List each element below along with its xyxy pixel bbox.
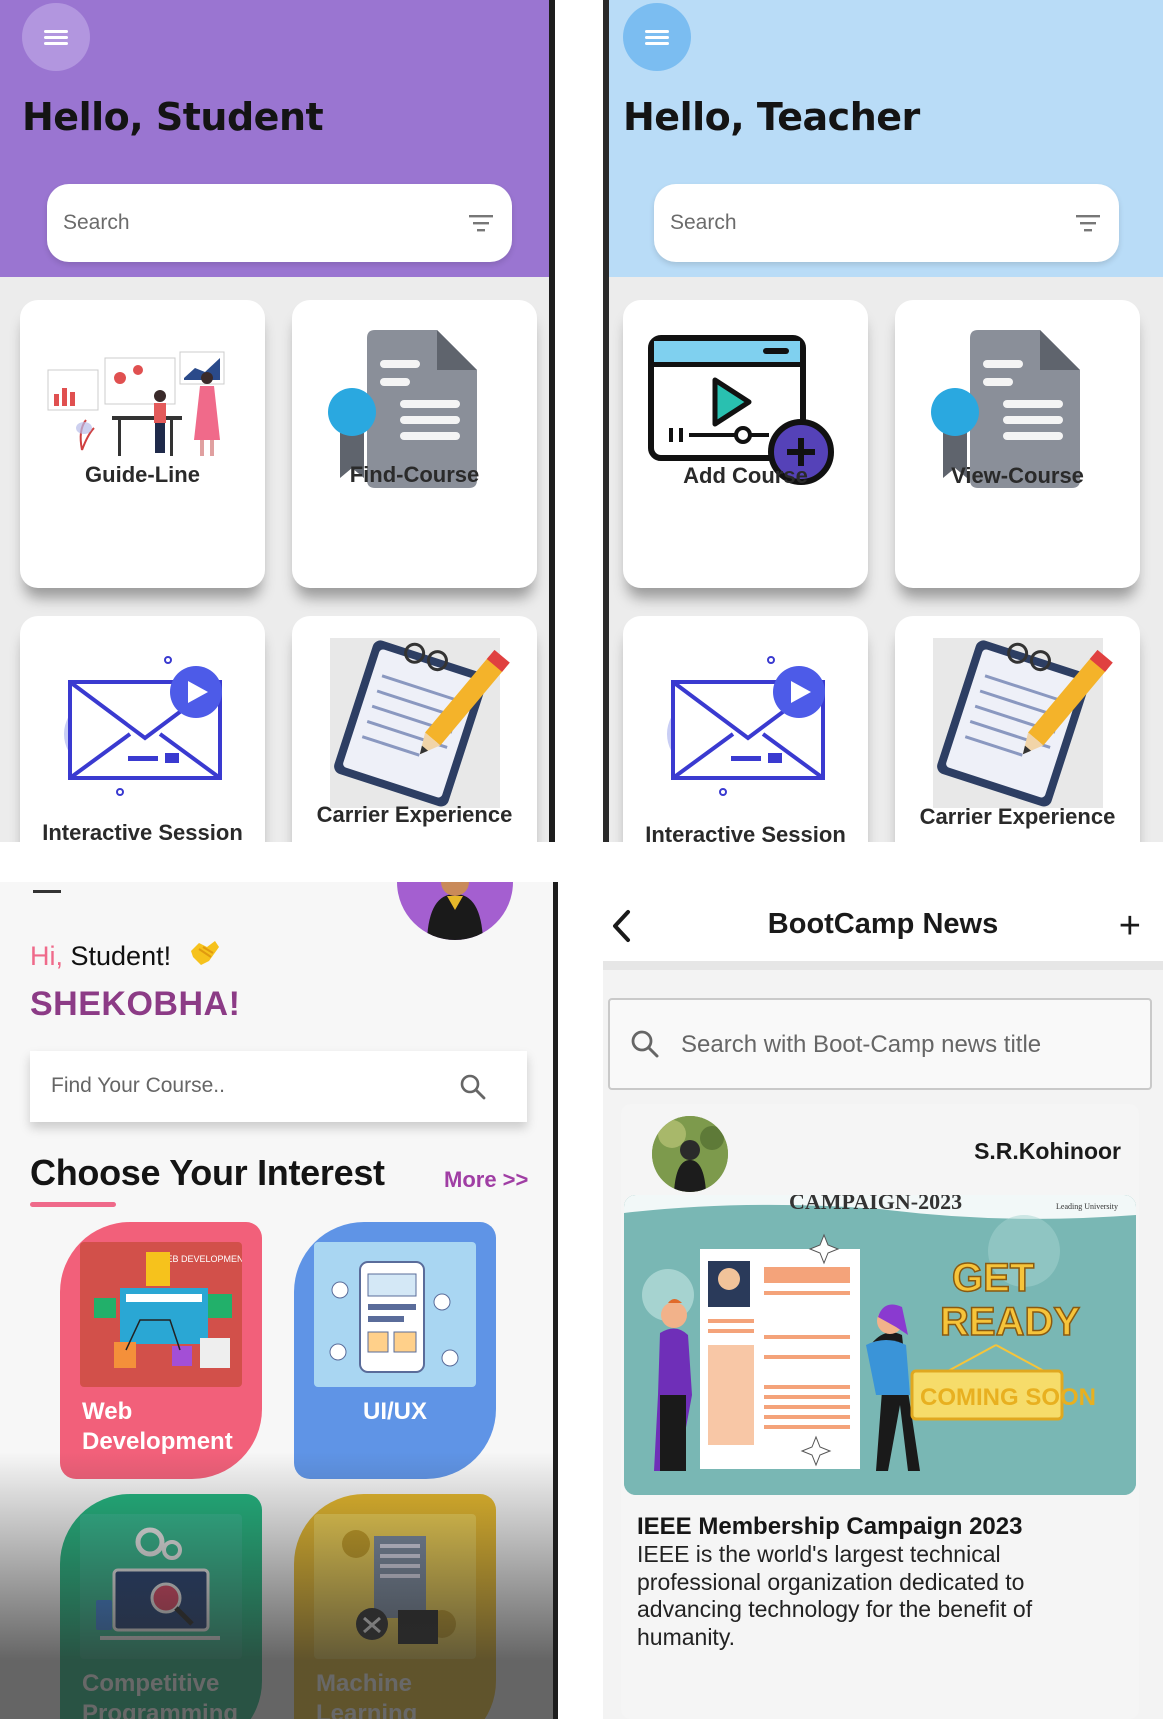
campaign-banner: CAMPAIGN-2023 Leading University GET REA… <box>624 1195 1136 1495</box>
author-name: S.R.Kohinoor <box>974 1138 1121 1164</box>
news-post-card[interactable]: S.R.Kohinoor CAMPAIGN-2023 Leading Unive… <box>621 1104 1139 1719</box>
top-app-bar: BootCamp News + <box>603 882 1163 970</box>
tile-label: Web Development <box>82 1398 233 1455</box>
greeting-name: Student! <box>70 941 172 971</box>
notepad-pencil-icon <box>933 638 1113 808</box>
card-label: Interactive Session <box>42 820 243 842</box>
banner-headline-ready: READY <box>940 1300 1080 1344</box>
mail-send-icon <box>64 656 222 796</box>
search-placeholder: Find Your Course.. <box>51 1074 225 1097</box>
card-label: Carrier Experience <box>919 804 1116 829</box>
add-news-button[interactable]: + <box>1119 907 1141 945</box>
add-course-card[interactable]: Add Course <box>623 300 868 588</box>
interactive-session-card[interactable]: Interactive Session <box>623 616 868 842</box>
card-label: Add Course <box>683 463 808 488</box>
menu-button[interactable] <box>623 3 691 71</box>
avatar[interactable] <box>397 882 513 940</box>
tile-label: UI/UX <box>362 1398 427 1425</box>
handshake-icon <box>190 941 219 965</box>
competitive-programming-art <box>80 1514 242 1659</box>
graduate-avatar-icon <box>427 882 483 940</box>
tile-competitive-programming[interactable]: Competitive Programming <box>60 1494 262 1719</box>
ui-ux-art <box>314 1242 476 1387</box>
banner-headline-get: GET <box>952 1256 1034 1300</box>
carrier-experience-card[interactable]: Carrier Experience <box>895 616 1140 842</box>
carrier-experience-card[interactable]: Carrier Experience <box>292 616 537 842</box>
news-banner-image: CAMPAIGN-2023 Leading University GET REA… <box>624 1195 1136 1495</box>
notepad-pencil-icon <box>330 638 510 808</box>
search-icon[interactable] <box>459 1073 487 1101</box>
greeting-hi: Hi, <box>30 941 63 971</box>
menu-button[interactable] <box>22 3 90 71</box>
view-course-card[interactable]: View-Course <box>895 300 1140 588</box>
search-placeholder: Search <box>63 211 130 234</box>
bootcamp-news-screen: BootCamp News + Search with Boot-Camp ne… <box>603 882 1163 1719</box>
web-development-art: WEB DEVELOPMENT <box>80 1242 242 1387</box>
card-label: Carrier Experience <box>316 802 513 827</box>
card-label: Interactive Session <box>645 822 846 842</box>
card-label: Guide-Line <box>85 462 200 487</box>
interactive-session-card[interactable]: Interactive Session <box>20 616 265 842</box>
page-title: BootCamp News <box>767 908 999 940</box>
search-input[interactable]: Search <box>654 184 1119 262</box>
tile-label: Machine Learning <box>316 1670 418 1719</box>
guideline-card[interactable]: Guide-Line <box>20 300 265 588</box>
card-label: View-Course <box>951 463 1084 488</box>
author-avatar[interactable] <box>652 1116 728 1192</box>
news-search-input[interactable]: Search with Boot-Camp news title <box>608 998 1152 1090</box>
header-banner: Hello, Student Search <box>0 0 549 277</box>
hamburger-icon <box>645 30 669 45</box>
greeting: Hi, Student! <box>30 939 221 972</box>
mail-send-icon <box>667 656 825 796</box>
course-browser-screen: Hi, Student! SHEKOBHA! Find Your Course.… <box>0 882 558 1719</box>
search-input[interactable]: Search <box>47 184 512 262</box>
news-headline: IEEE Membership Campaign 2023 <box>637 1513 1023 1540</box>
teacher-home-screen: Hello, Teacher Search Add Course View-Co… <box>603 0 1163 842</box>
filter-icon[interactable] <box>1075 213 1101 233</box>
greeting-title: Hello, Teacher <box>623 95 920 139</box>
search-placeholder: Search with Boot-Camp news title <box>681 1031 1042 1058</box>
news-body: IEEE is the world's largest technical pr… <box>637 1541 1033 1650</box>
university-logo: Leading University <box>1056 1202 1118 1211</box>
title-underline <box>30 1202 116 1207</box>
hamburger-icon <box>44 30 68 45</box>
more-link[interactable]: More >> <box>444 1167 528 1193</box>
banner-caption: CAMPAIGN-2023 <box>789 1195 962 1214</box>
course-search-input[interactable]: Find Your Course.. <box>30 1051 527 1122</box>
tile-ui-ux[interactable]: UI/UX <box>294 1222 496 1479</box>
filter-icon[interactable] <box>468 213 494 233</box>
header-banner: Hello, Teacher Search <box>609 0 1163 277</box>
certificate-document-icon <box>931 330 1080 488</box>
brand-title: SHEKOBHA! <box>30 985 241 1023</box>
search-icon <box>631 1030 659 1058</box>
search-placeholder: Search <box>670 211 737 234</box>
tile-web-development[interactable]: WEB DEVELOPMENT Web Development <box>60 1222 262 1479</box>
person-photo <box>652 1116 728 1192</box>
banner-badge: COMING SOON <box>920 1384 1096 1411</box>
find-course-card[interactable]: Find-Course <box>292 300 537 588</box>
tile-label: Competitive Programming <box>82 1670 239 1719</box>
section-title: Choose Your Interest <box>30 1152 385 1193</box>
card-label: Find-Course <box>349 462 480 487</box>
tile-machine-learning[interactable]: Machine Learning <box>294 1494 496 1719</box>
greeting-title: Hello, Student <box>22 95 324 139</box>
menu-icon[interactable] <box>33 890 61 893</box>
art-caption: WEB DEVELOPMENT <box>158 1254 242 1264</box>
machine-learning-art <box>314 1514 476 1659</box>
student-home-screen: Hello, Student Search Guide-Line Find-Co… <box>0 0 555 842</box>
